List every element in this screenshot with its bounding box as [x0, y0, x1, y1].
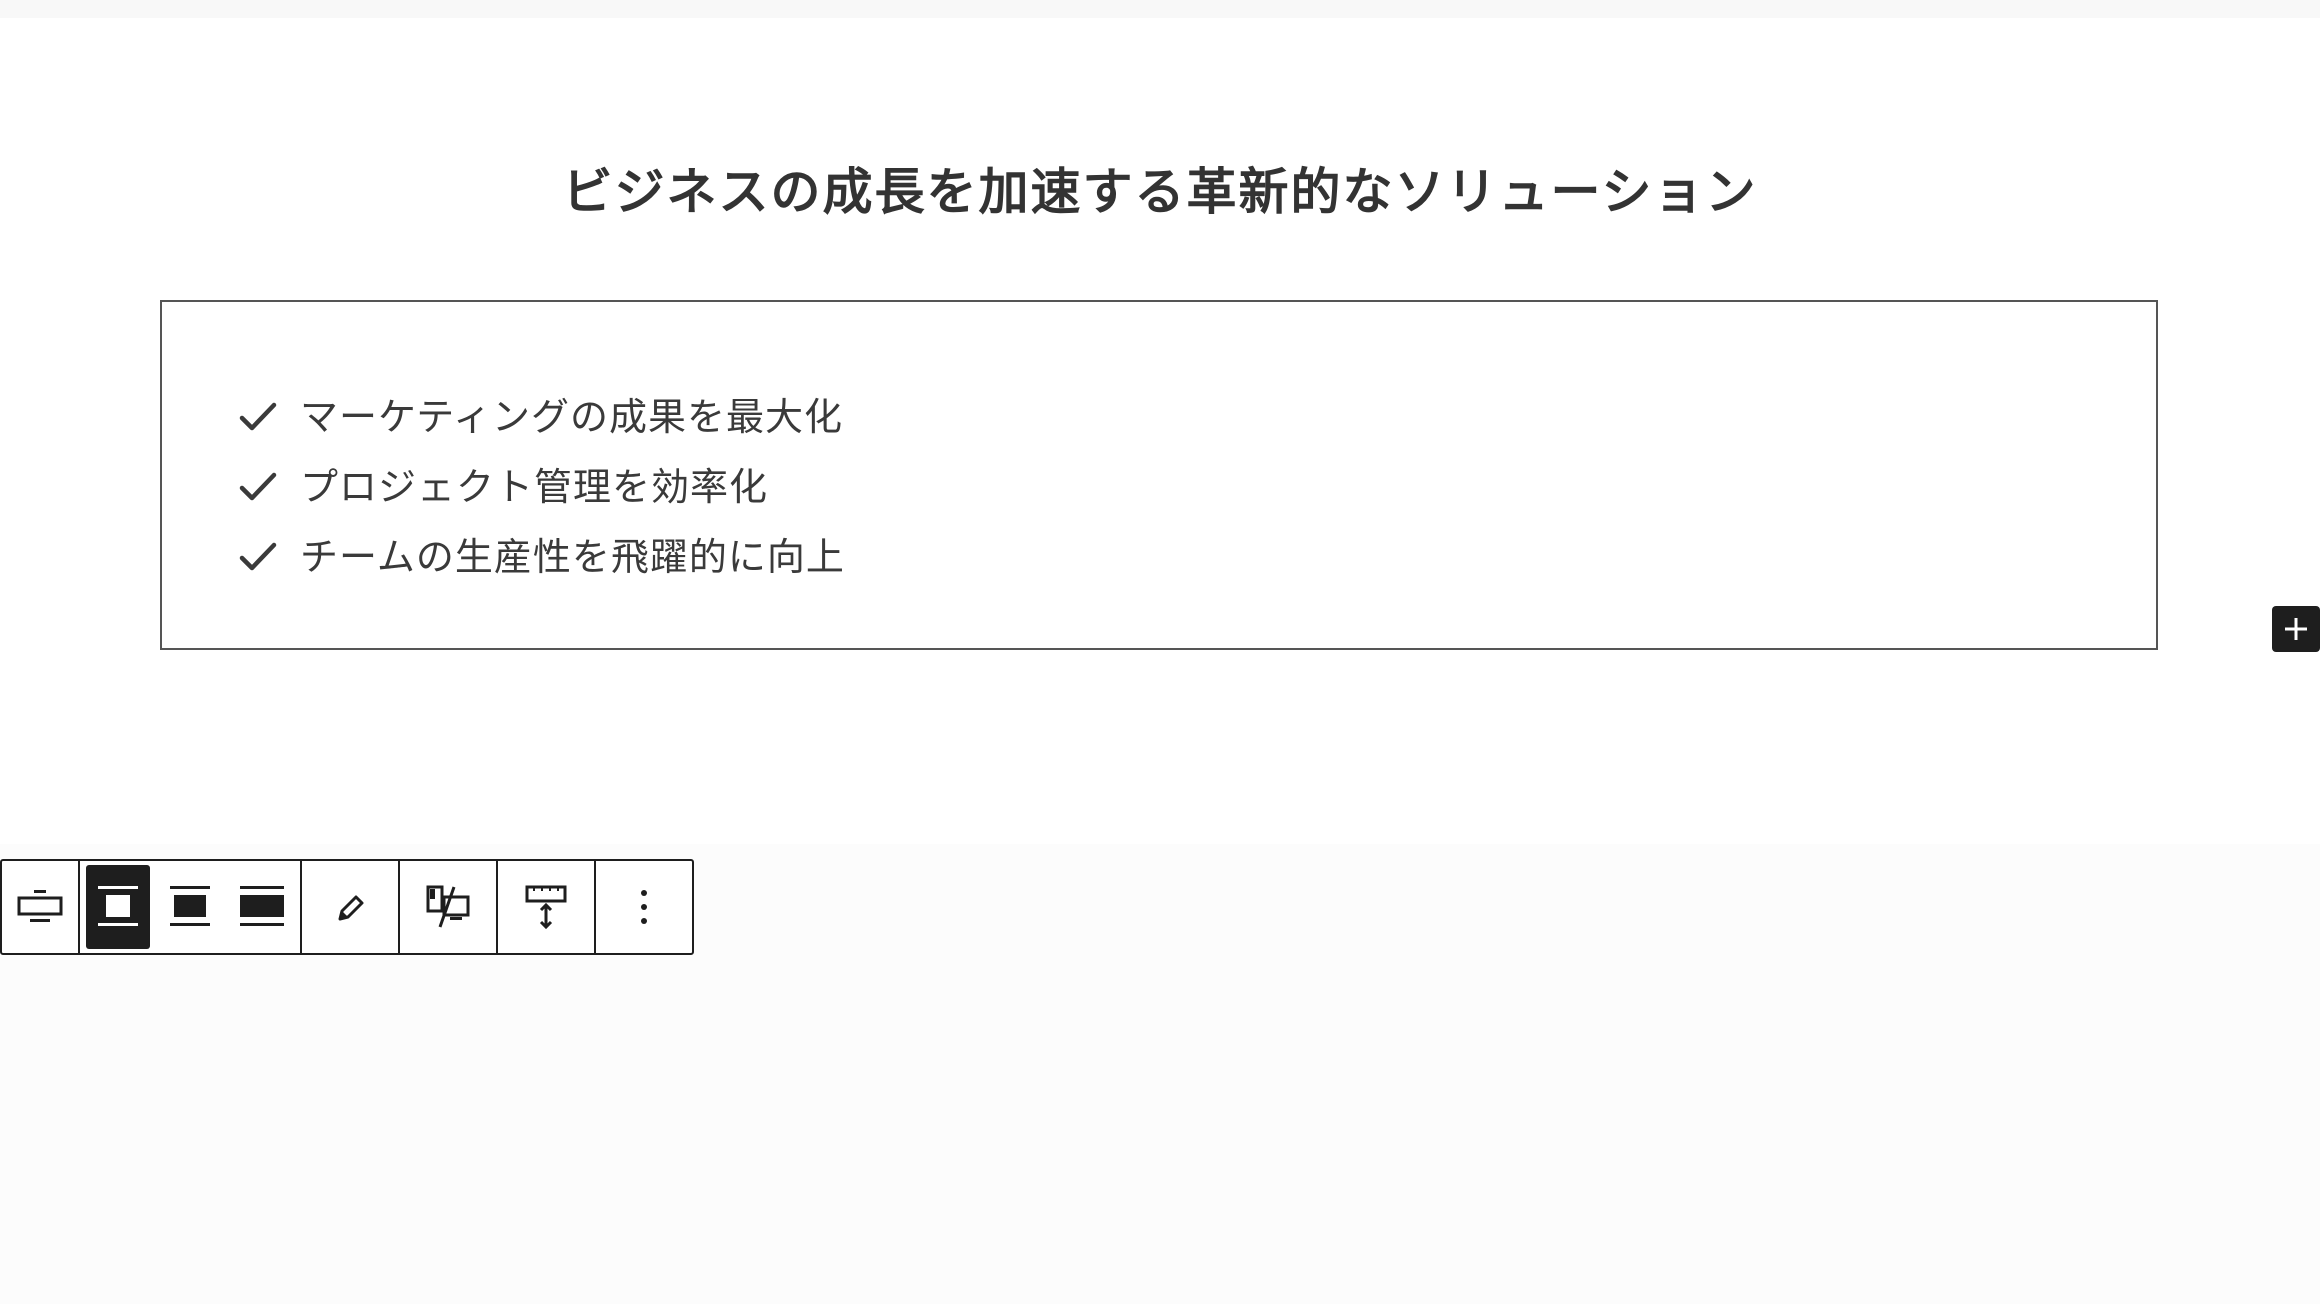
feature-list-block[interactable]: マーケティングの成果を最大化 プロジェクト管理を効率化 チームの生産性を飛躍的に…	[160, 300, 2158, 650]
list-item[interactable]: チームの生産性を飛躍的に向上	[236, 522, 845, 592]
toolbar-group-more	[596, 861, 692, 953]
list-item[interactable]: プロジェクト管理を効率化	[236, 452, 845, 522]
page-heading[interactable]: ビジネスの成長を加速する革新的なソリューション	[0, 160, 2320, 224]
align-none-button[interactable]	[86, 865, 150, 949]
block-type-button[interactable]	[8, 865, 72, 949]
list-item[interactable]: マーケティングの成果を最大化	[236, 382, 845, 452]
toolbar-group-visibility	[400, 861, 498, 953]
checkmark-icon	[239, 402, 277, 431]
list-item-text: チームの生産性を飛躍的に向上	[300, 535, 845, 579]
height-adjust-icon	[525, 885, 567, 930]
toolbar-group-edit	[302, 861, 400, 953]
hide-on-device-icon	[426, 885, 470, 928]
align-wide-button[interactable]	[158, 865, 222, 949]
list-item-text: プロジェクト管理を効率化	[300, 465, 769, 509]
edit-button[interactable]	[308, 865, 392, 949]
toolbar-group-align	[80, 861, 302, 953]
align-full-icon	[240, 886, 284, 926]
toolbar-group-height	[498, 861, 596, 953]
more-options-icon	[641, 890, 647, 924]
block-toolbar	[0, 859, 694, 955]
edit-pencil-icon	[338, 895, 364, 921]
list-item-text: マーケティングの成果を最大化	[300, 395, 843, 439]
plus-icon	[2285, 618, 2307, 640]
checkmark-icon	[239, 472, 277, 501]
add-block-button[interactable]	[2272, 606, 2320, 652]
toolbar-group-block	[2, 861, 80, 953]
more-options-button[interactable]	[602, 865, 686, 949]
feature-list: マーケティングの成果を最大化 プロジェクト管理を効率化 チームの生産性を飛躍的に…	[236, 382, 845, 592]
align-full-button[interactable]	[230, 865, 294, 949]
align-wide-icon	[170, 886, 210, 926]
editor-top-strip	[0, 0, 2320, 18]
hide-on-device-button[interactable]	[406, 865, 490, 949]
height-adjust-button[interactable]	[504, 865, 588, 949]
align-none-icon	[98, 886, 138, 926]
block-type-icon	[17, 890, 63, 922]
checkmark-icon	[239, 542, 277, 571]
